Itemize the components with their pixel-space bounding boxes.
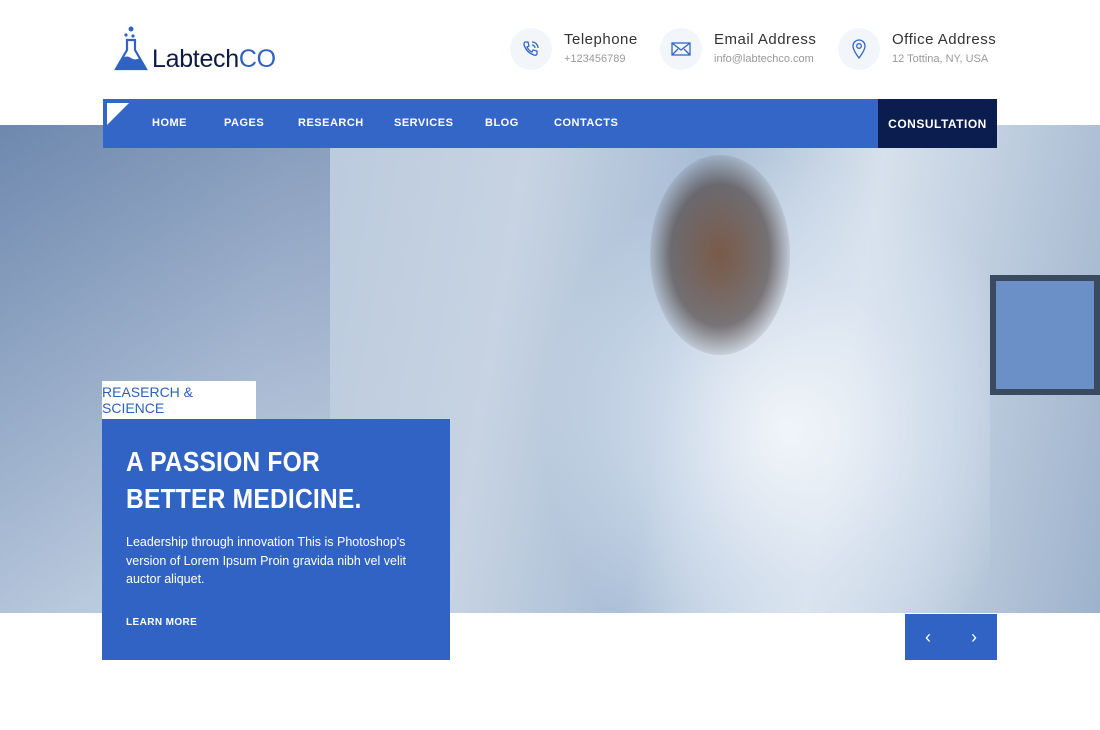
hero-title: A PASSION FOR BETTER MEDICINE. xyxy=(126,446,362,514)
chevron-right-icon[interactable]: › xyxy=(951,614,997,660)
slider-controls: ‹ › xyxy=(905,614,997,660)
nav-contacts[interactable]: CONTACTS xyxy=(554,99,618,147)
phone-icon xyxy=(510,28,552,70)
contact-office: Office Address 12 Tottina, NY, USA xyxy=(838,28,996,70)
hero-tag: REASERCH & SCIENCE xyxy=(102,381,256,419)
nav-corner-decoration xyxy=(107,103,129,125)
hero-card: A PASSION FOR BETTER MEDICINE. Leadershi… xyxy=(102,419,450,660)
logo[interactable]: LabtechCO xyxy=(114,26,276,72)
contact-email: Email Address info@labtechco.com xyxy=(660,28,816,70)
nav-pages[interactable]: PAGES xyxy=(224,99,264,147)
contact-title: Email Address xyxy=(714,31,817,48)
email-icon xyxy=(660,28,702,70)
contact-value: 12 Tottina, NY, USA xyxy=(892,53,989,65)
consultation-button[interactable]: CONSULTATION xyxy=(878,99,997,148)
flask-icon xyxy=(114,26,148,71)
nav-blog[interactable]: BLOG xyxy=(485,99,519,147)
contact-telephone: Telephone +123456789 xyxy=(510,28,638,70)
nav-research[interactable]: RESEARCH xyxy=(298,99,364,147)
nav-home[interactable]: HOME xyxy=(152,99,187,147)
main-nav: HOME PAGES RESEARCH SERVICES BLOG CONTAC… xyxy=(103,99,997,148)
location-pin-icon xyxy=(838,28,880,70)
brand-name: LabtechCO xyxy=(152,45,276,73)
contact-title: Telephone xyxy=(564,31,638,48)
hero-description: Leadership through innovation This is Ph… xyxy=(126,535,406,586)
contact-value[interactable]: info@labtechco.com xyxy=(714,53,816,65)
chevron-left-icon[interactable]: ‹ xyxy=(905,614,951,660)
nav-services[interactable]: SERVICES xyxy=(394,99,453,147)
learn-more-link[interactable]: LEARN MORE xyxy=(126,617,197,628)
contact-value[interactable]: +123456789 xyxy=(564,53,638,65)
contact-title: Office Address xyxy=(892,31,997,48)
